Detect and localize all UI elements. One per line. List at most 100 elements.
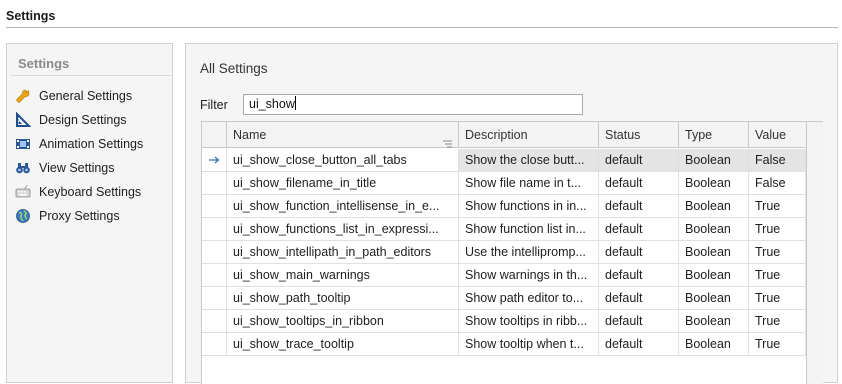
binoculars-icon — [14, 159, 32, 177]
column-header-name[interactable]: Name — [227, 122, 459, 148]
cell-name[interactable]: ui_show_close_button_all_tabs — [227, 149, 459, 171]
grid-header: Name Description Status Type Value — [202, 122, 806, 148]
sidebar-item-label: Keyboard Settings — [39, 185, 142, 199]
cell-value[interactable]: True — [749, 333, 806, 355]
cell-value[interactable]: True — [749, 287, 806, 309]
cell-name[interactable]: ui_show_functions_list_in_expressi... — [227, 218, 459, 240]
column-header-label: Status — [605, 128, 641, 142]
cell-name[interactable]: ui_show_function_intellisense_in_e... — [227, 195, 459, 217]
keyboard-icon — [14, 183, 32, 201]
sidebar-header: Settings — [18, 56, 70, 71]
cell-description[interactable]: Show warnings in th... — [459, 264, 599, 286]
cell-status[interactable]: default — [599, 287, 679, 309]
cell-name[interactable]: ui_show_intellipath_in_path_editors — [227, 241, 459, 263]
globe-icon — [14, 207, 32, 225]
cell-value[interactable]: False — [749, 172, 806, 194]
cell-value[interactable]: True — [749, 310, 806, 332]
table-row[interactable]: ui_show_trace_tooltip Show tooltip when … — [202, 333, 806, 356]
ruler-icon — [14, 111, 32, 129]
cell-type[interactable]: Boolean — [679, 241, 749, 263]
cell-value[interactable]: True — [749, 264, 806, 286]
cell-description[interactable]: Show file name in t... — [459, 172, 599, 194]
sidebar-item-label: Animation Settings — [39, 137, 144, 151]
film-icon — [14, 135, 32, 153]
vertical-scrollbar[interactable] — [806, 122, 823, 384]
column-header-type[interactable]: Type — [679, 122, 749, 148]
cell-type[interactable]: Boolean — [679, 172, 749, 194]
row-indicator — [202, 264, 227, 286]
cell-type[interactable]: Boolean — [679, 264, 749, 286]
sidebar-item-label: View Settings — [39, 161, 115, 175]
row-indicator — [202, 333, 227, 355]
cell-type[interactable]: Boolean — [679, 195, 749, 217]
cell-type[interactable]: Boolean — [679, 287, 749, 309]
settings-grid: Name Description Status Type Value ui_sh… — [201, 121, 823, 384]
cell-description[interactable]: Show the close butt... — [459, 149, 599, 171]
settings-sidebar: Settings General Settings Design Setting… — [6, 43, 173, 383]
sidebar-item-design-settings[interactable]: Design Settings — [14, 108, 172, 132]
cell-description[interactable]: Show tooltip when t... — [459, 333, 599, 355]
cell-type[interactable]: Boolean — [679, 333, 749, 355]
sidebar-item-proxy-settings[interactable]: Proxy Settings — [14, 204, 172, 228]
title-divider — [6, 27, 838, 28]
column-header-status[interactable]: Status — [599, 122, 679, 148]
table-row[interactable]: ui_show_tooltips_in_ribbon Show tooltips… — [202, 310, 806, 333]
cell-status[interactable]: default — [599, 310, 679, 332]
sidebar-item-label: Design Settings — [39, 113, 127, 127]
cell-type[interactable]: Boolean — [679, 218, 749, 240]
column-header-label: Description — [465, 128, 528, 142]
cell-status[interactable]: default — [599, 195, 679, 217]
table-row[interactable]: ui_show_intellipath_in_path_editors Use … — [202, 241, 806, 264]
sidebar-item-general-settings[interactable]: General Settings — [14, 84, 172, 108]
cell-description[interactable]: Show function list in... — [459, 218, 599, 240]
cell-value[interactable]: True — [749, 195, 806, 217]
sidebar-item-animation-settings[interactable]: Animation Settings — [14, 132, 172, 156]
cell-status[interactable]: default — [599, 333, 679, 355]
row-indicator — [202, 287, 227, 309]
sidebar-divider — [11, 75, 171, 76]
sidebar-item-label: Proxy Settings — [39, 209, 120, 223]
column-header-label: Name — [233, 128, 267, 142]
table-row[interactable]: ui_show_function_intellisense_in_e... Sh… — [202, 195, 806, 218]
cell-name[interactable]: ui_show_filename_in_title — [227, 172, 459, 194]
cell-value[interactable]: True — [749, 241, 806, 263]
cell-status[interactable]: default — [599, 264, 679, 286]
cell-name[interactable]: ui_show_tooltips_in_ribbon — [227, 310, 459, 332]
row-indicator — [202, 195, 227, 217]
cell-status[interactable]: default — [599, 218, 679, 240]
sidebar-item-label: General Settings — [39, 89, 133, 103]
table-row[interactable]: ui_show_filename_in_title Show file name… — [202, 172, 806, 195]
cell-name[interactable]: ui_show_main_warnings — [227, 264, 459, 286]
table-row[interactable]: ui_show_path_tooltip Show path editor to… — [202, 287, 806, 310]
table-row[interactable]: ui_show_close_button_all_tabs Show the c… — [202, 149, 806, 172]
cell-name[interactable]: ui_show_trace_tooltip — [227, 333, 459, 355]
table-row[interactable]: ui_show_functions_list_in_expressi... Sh… — [202, 218, 806, 241]
cell-type[interactable]: Boolean — [679, 149, 749, 171]
column-header-label: Type — [685, 128, 713, 142]
cell-status[interactable]: default — [599, 241, 679, 263]
column-header-value[interactable]: Value — [749, 122, 806, 148]
sidebar-list: General Settings Design Settings Animati… — [14, 84, 172, 228]
cell-description[interactable]: Show functions in in... — [459, 195, 599, 217]
text-caret — [294, 96, 296, 110]
row-indicator — [202, 172, 227, 194]
cell-status[interactable]: default — [599, 172, 679, 194]
row-indicator — [202, 218, 227, 240]
cell-description[interactable]: Show tooltips in ribb... — [459, 310, 599, 332]
filter-value: ui_show — [249, 97, 295, 111]
filter-input[interactable]: ui_show — [243, 94, 583, 115]
filter-label: Filter — [200, 98, 228, 112]
cell-value[interactable]: True — [749, 218, 806, 240]
column-header-label: Value — [755, 128, 787, 142]
cell-description[interactable]: Show path editor to... — [459, 287, 599, 309]
cell-name[interactable]: ui_show_path_tooltip — [227, 287, 459, 309]
cell-value[interactable]: False — [749, 149, 806, 171]
cell-status[interactable]: default — [599, 149, 679, 171]
sidebar-item-keyboard-settings[interactable]: Keyboard Settings — [14, 180, 172, 204]
table-row[interactable]: ui_show_main_warnings Show warnings in t… — [202, 264, 806, 287]
page-title: Settings — [6, 9, 56, 23]
column-header-description[interactable]: Description — [459, 122, 599, 148]
cell-type[interactable]: Boolean — [679, 310, 749, 332]
cell-description[interactable]: Use the intellipromp... — [459, 241, 599, 263]
sidebar-item-view-settings[interactable]: View Settings — [14, 156, 172, 180]
